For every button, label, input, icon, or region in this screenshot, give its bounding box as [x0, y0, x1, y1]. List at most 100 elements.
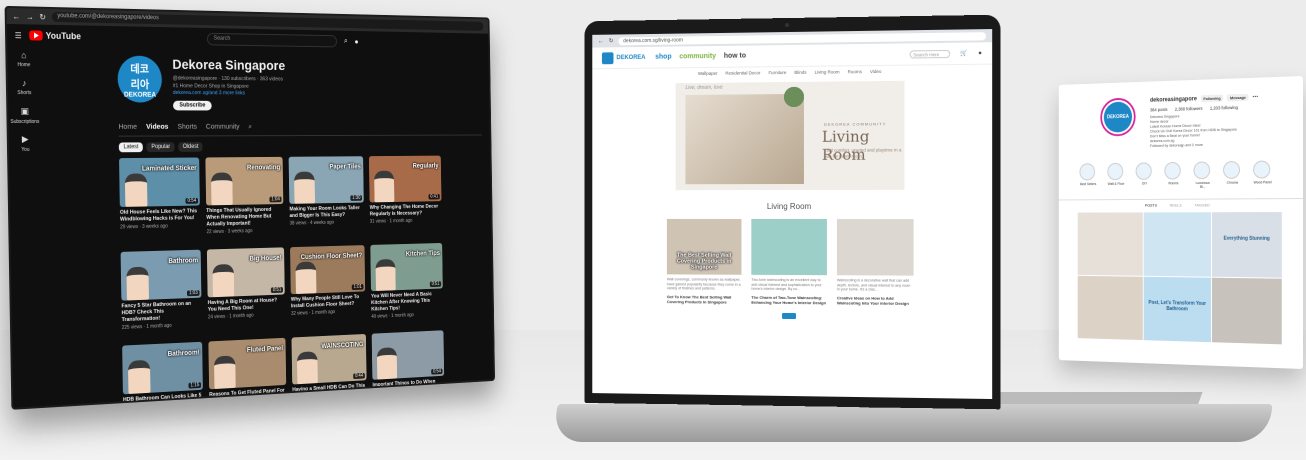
back-icon[interactable]: ← — [598, 38, 604, 44]
tab-reels[interactable]: REELS — [1170, 203, 1182, 208]
article-card[interactable]: Wainscoting is a decorative wall that ca… — [836, 219, 914, 305]
video-title[interactable]: Things That Usually Ignored When Renovat… — [206, 207, 283, 229]
post-tile[interactable] — [1077, 275, 1143, 341]
video-grid: Laminated Sticker 0:54 Old House Feels Lik… — [119, 155, 486, 410]
video-thumbnail[interactable]: Bathroom! 1:15 — [122, 341, 203, 395]
nav-community[interactable]: community — [679, 53, 716, 60]
article-card[interactable]: Two-tone wainscoting is an excellent way… — [751, 218, 827, 305]
video-card[interactable]: Paper Tiles 1:30 Making Your Room Looks Ta… — [288, 156, 365, 243]
search-input[interactable]: Search Here — [909, 49, 951, 59]
mic-icon[interactable]: ● — [354, 37, 358, 45]
sidebar-item-subscriptions[interactable]: ▣ Subscriptions — [8, 102, 41, 130]
channel-link[interactable]: dekorea.com.sg/and 3 more links — [173, 90, 286, 96]
sidebar-item-shorts[interactable]: ♪ Shorts — [8, 74, 41, 102]
user-icon[interactable]: ● — [978, 50, 982, 56]
highlight-item[interactable]: Luxurious Bl... — [1193, 161, 1212, 189]
article-image[interactable] — [751, 218, 827, 276]
channel-main: 데코 리아 DEKOREA Dekorea Singapore @dekorea… — [117, 55, 486, 410]
logo-icon — [601, 51, 614, 64]
tab-shorts[interactable]: Shorts — [177, 122, 197, 132]
sidebar-item-you[interactable]: ▶ You — [9, 130, 42, 158]
search-input[interactable]: Search — [207, 32, 338, 47]
nav-how-to[interactable]: how to — [724, 53, 746, 60]
menu-item[interactable]: Residential Decor — [725, 70, 760, 75]
nav-shop[interactable]: shop — [655, 54, 671, 61]
video-card[interactable]: Regularly 0:41 Why Changing The Home Decor… — [368, 155, 442, 242]
video-title[interactable]: You Will Never Need A Basic Kitchen Afte… — [371, 291, 443, 313]
video-title[interactable]: Making Your Room Looks Taller and Bigger… — [289, 205, 364, 220]
post-tile[interactable] — [1211, 277, 1282, 345]
menu-item[interactable]: Rooms — [848, 69, 862, 74]
chip-latest[interactable]: Latest — [118, 142, 144, 153]
video-card[interactable]: Renovating 1:04 Things That Usually Ignore… — [205, 156, 284, 246]
highlight-cover — [1223, 160, 1240, 179]
highlight-item[interactable]: Wall & Floor — [1107, 162, 1125, 190]
menu-item[interactable]: Video — [870, 69, 882, 74]
video-title[interactable]: Fancy 5 Star Bathroom on an HDB? Check T… — [121, 301, 201, 325]
menu-item[interactable]: Blinds — [794, 70, 806, 75]
section-title: Living Room — [766, 201, 812, 212]
chip-popular[interactable]: Popular — [146, 142, 175, 153]
more-icon[interactable]: ⋯ — [1252, 93, 1258, 100]
tab-home[interactable]: Home — [118, 122, 137, 132]
article-card[interactable]: The Best Selling Wall Covering Products … — [666, 218, 742, 304]
post-tile[interactable] — [1077, 212, 1143, 276]
duration-badge: 1:03 — [187, 290, 200, 297]
menu-item[interactable]: Living Room — [815, 69, 840, 74]
avatar[interactable]: 데코 리아 DEKOREA — [117, 55, 163, 103]
video-thumbnail[interactable]: Kitchen Tips 0:51 — [370, 242, 443, 292]
following-button[interactable]: Following — [1200, 94, 1224, 103]
post-tile[interactable] — [1143, 212, 1212, 277]
post-tile[interactable]: Post, Let's Transform Your Bathroom — [1143, 276, 1212, 343]
video-meta: 29 views · 3 weeks ago — [120, 223, 168, 231]
video-card[interactable]: Cushion Floor Sheet? 1:01 Why Many People … — [290, 245, 366, 334]
reload-icon[interactable]: ↻ — [39, 12, 46, 21]
article-image[interactable] — [836, 219, 914, 276]
video-card[interactable]: Big House! 0:51 Having A Big Room at House… — [206, 247, 286, 337]
message-button[interactable]: Message — [1227, 93, 1249, 102]
article-image[interactable]: The Best Selling Wall Covering Products … — [666, 218, 742, 275]
back-icon[interactable]: ← — [12, 12, 20, 21]
site-logo[interactable]: DEKOREA — [601, 51, 645, 64]
tab-videos[interactable]: Videos — [146, 122, 168, 132]
tab-posts[interactable]: POSTS — [1145, 203, 1157, 208]
video-thumbnail[interactable]: WAINSCOTING 0:44 — [291, 333, 367, 385]
menu-item[interactable]: Wallpaper — [698, 71, 718, 76]
video-thumbnail[interactable]: Bathroom 1:03 — [120, 249, 202, 301]
profile-header: DEKOREA dekoreasingapore Following Messa… — [1059, 76, 1303, 154]
chip-oldest[interactable]: Oldest — [178, 142, 203, 152]
video-title[interactable]: Why Changing The Home Decor Regularly is… — [370, 204, 442, 218]
load-more-button[interactable] — [782, 312, 796, 319]
cart-icon[interactable]: 🛒 — [960, 50, 968, 57]
tab-tagged[interactable]: TAGGED — [1194, 202, 1209, 207]
post-tile[interactable]: Everything Stunning — [1211, 212, 1282, 278]
highlight-item[interactable]: Rooms — [1164, 161, 1182, 189]
video-thumbnail[interactable]: Fluted Panel — [208, 337, 287, 390]
menu-icon[interactable]: ☰ — [15, 31, 22, 40]
highlight-item[interactable]: DIY — [1135, 162, 1154, 189]
video-card[interactable]: Bathroom 1:03 Fancy 5 Star Bathroom on an … — [120, 249, 202, 342]
reload-icon[interactable]: ↻ — [609, 38, 614, 44]
video-thumbnail[interactable]: Cushion Floor Sheet? 1:01 — [290, 245, 366, 295]
video-thumbnail[interactable]: Big House! 0:51 — [206, 247, 285, 298]
search-icon[interactable]: ⌕ — [344, 36, 348, 45]
subscribe-button[interactable]: Subscribe — [173, 100, 212, 111]
video-thumbnail[interactable]: Laminated Sticker 0:54 — [119, 157, 200, 207]
search-icon[interactable]: ⌕ — [248, 122, 252, 132]
youtube-logo[interactable]: YouTube — [29, 30, 81, 41]
highlight-item[interactable]: Chrome — [1223, 160, 1242, 189]
sidebar-item-home[interactable]: ⌂ Home — [7, 46, 40, 74]
video-card[interactable]: Laminated Sticker 0:54 Old House Feels Lik… — [119, 157, 201, 248]
forward-icon[interactable]: → — [26, 12, 34, 21]
video-thumbnail[interactable]: 0:54 — [371, 330, 445, 380]
tab-community[interactable]: Community — [206, 122, 240, 132]
video-card[interactable]: Kitchen Tips 0:51 You Will Never Need A Ba… — [370, 242, 443, 330]
video-title[interactable]: Old House Feels Like New? This Windblowi… — [120, 208, 200, 223]
avatar[interactable]: DEKOREA — [1100, 97, 1136, 137]
video-thumbnail[interactable]: Regularly 0:41 — [368, 155, 442, 203]
highlight-item[interactable]: Best Sellers — [1079, 163, 1096, 190]
video-thumbnail[interactable]: Paper Tiles 1:30 — [288, 156, 364, 204]
video-thumbnail[interactable]: Renovating 1:04 — [205, 156, 284, 206]
menu-item[interactable]: Furniture — [768, 70, 786, 75]
highlight-item[interactable]: Wood Panel — [1253, 160, 1272, 188]
